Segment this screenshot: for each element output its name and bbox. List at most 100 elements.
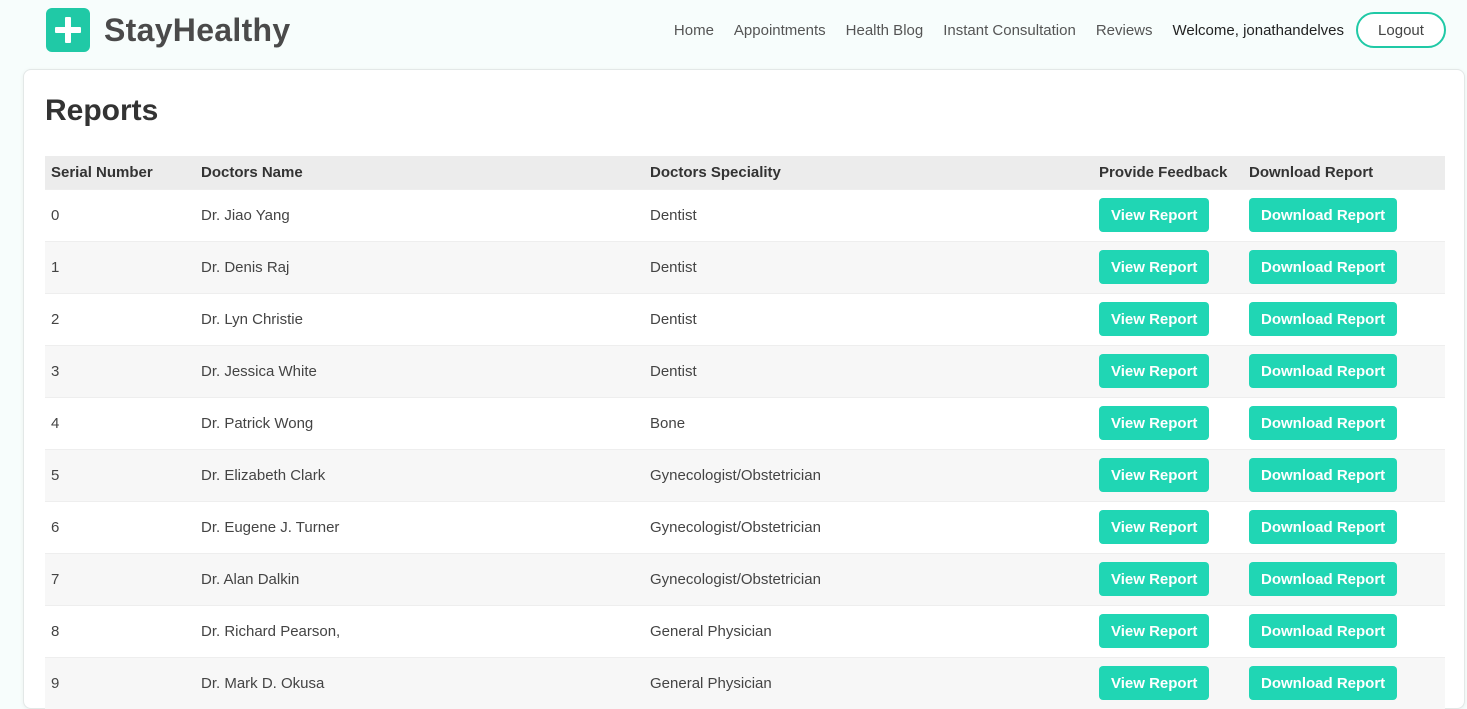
- view-report-button[interactable]: View Report: [1099, 458, 1210, 492]
- cell-serial-number: 5: [45, 448, 195, 501]
- cell-serial-number: 3: [45, 344, 195, 397]
- cell-doctor-name: Dr. Alan Dalkin: [195, 552, 644, 605]
- cell-download-report: Download Report: [1243, 292, 1445, 345]
- view-report-button[interactable]: View Report: [1099, 614, 1210, 648]
- cell-serial-number: 9: [45, 656, 195, 709]
- cell-provide-feedback: View Report: [1093, 396, 1243, 449]
- nav-link-health-blog[interactable]: Health Blog: [846, 22, 924, 39]
- cell-doctor-speciality: General Physician: [644, 656, 1093, 709]
- download-report-button[interactable]: Download Report: [1249, 302, 1398, 336]
- top-navbar: StayHealthy Home Appointments Health Blo…: [0, 0, 1467, 62]
- cell-download-report: Download Report: [1243, 604, 1445, 657]
- download-report-button[interactable]: Download Report: [1249, 406, 1398, 440]
- cell-doctor-name: Dr. Jessica White: [195, 344, 644, 397]
- cell-doctor-speciality: Bone: [644, 396, 1093, 449]
- header-serial-number: Serial Number: [45, 156, 195, 189]
- view-report-button[interactable]: View Report: [1099, 250, 1210, 284]
- cell-doctor-speciality: Dentist: [644, 240, 1093, 293]
- table-row: 9 Dr. Mark D. Okusa General Physician View …: [45, 656, 1445, 709]
- cell-download-report: Download Report: [1243, 240, 1445, 293]
- cell-download-report: Download Report: [1243, 552, 1445, 605]
- cell-provide-feedback: View Report: [1093, 240, 1243, 293]
- header-download-report: Download Report: [1243, 156, 1445, 189]
- cell-doctor-speciality: Dentist: [644, 188, 1093, 241]
- cell-provide-feedback: View Report: [1093, 448, 1243, 501]
- table-row: 2 Dr. Lyn Christie Dentist View Report Downl…: [45, 292, 1445, 345]
- view-report-button[interactable]: View Report: [1099, 354, 1210, 388]
- nav-link-home[interactable]: Home: [674, 22, 714, 39]
- cell-doctor-name: Dr. Lyn Christie: [195, 292, 644, 345]
- download-report-button[interactable]: Download Report: [1249, 562, 1398, 596]
- download-report-button[interactable]: Download Report: [1249, 458, 1398, 492]
- nav-link-appointments[interactable]: Appointments: [734, 22, 826, 39]
- cell-doctor-name: Dr. Jiao Yang: [195, 188, 644, 241]
- cell-serial-number: 0: [45, 188, 195, 241]
- cell-doctor-speciality: Gynecologist/Obstetrician: [644, 500, 1093, 553]
- logout-button[interactable]: Logout: [1356, 12, 1446, 48]
- view-report-button[interactable]: View Report: [1099, 198, 1210, 232]
- table-row: 0 Dr. Jiao Yang Dentist View Report Download…: [45, 188, 1445, 241]
- header-doctors-speciality: Doctors Speciality: [644, 156, 1093, 189]
- cell-serial-number: 8: [45, 604, 195, 657]
- cell-doctor-name: Dr. Elizabeth Clark: [195, 448, 644, 501]
- plus-logo-icon: [46, 8, 90, 52]
- download-report-button[interactable]: Download Report: [1249, 354, 1398, 388]
- cell-download-report: Download Report: [1243, 188, 1445, 241]
- cell-serial-number: 1: [45, 240, 195, 293]
- cell-download-report: Download Report: [1243, 500, 1445, 553]
- table-row: 8 Dr. Richard Pearson, General Physician Vi…: [45, 604, 1445, 657]
- table-header-row: Serial Number Doctors Name Doctors Speci…: [45, 156, 1445, 189]
- reports-table: Serial Number Doctors Name Doctors Speci…: [45, 156, 1445, 709]
- table-row: 3 Dr. Jessica White Dentist View Report Down…: [45, 344, 1445, 397]
- nav-link-instant-consultation[interactable]: Instant Consultation: [943, 22, 1076, 39]
- cell-download-report: Download Report: [1243, 656, 1445, 709]
- download-report-button[interactable]: Download Report: [1249, 250, 1398, 284]
- cell-doctor-speciality: General Physician: [644, 604, 1093, 657]
- cell-serial-number: 4: [45, 396, 195, 449]
- cell-provide-feedback: View Report: [1093, 292, 1243, 345]
- brand[interactable]: StayHealthy: [46, 8, 291, 52]
- cell-doctor-speciality: Dentist: [644, 344, 1093, 397]
- header-doctors-name: Doctors Name: [195, 156, 644, 189]
- brand-name: StayHealthy: [104, 11, 291, 48]
- cell-doctor-name: Dr. Mark D. Okusa: [195, 656, 644, 709]
- cell-doctor-speciality: Dentist: [644, 292, 1093, 345]
- table-row: 7 Dr. Alan Dalkin Gynecologist/Obstetricia…: [45, 552, 1445, 605]
- nav-links: Home Appointments Health Blog Instant Co…: [654, 12, 1446, 48]
- cell-doctor-speciality: Gynecologist/Obstetrician: [644, 552, 1093, 605]
- page-title: Reports: [45, 94, 159, 127]
- view-report-button[interactable]: View Report: [1099, 510, 1210, 544]
- cell-provide-feedback: View Report: [1093, 552, 1243, 605]
- cell-provide-feedback: View Report: [1093, 500, 1243, 553]
- table-row: 6 Dr. Eugene J. Turner Gynecologist/Obstet…: [45, 500, 1445, 553]
- cell-doctor-name: Dr. Richard Pearson,: [195, 604, 644, 657]
- download-report-button[interactable]: Download Report: [1249, 510, 1398, 544]
- download-report-button[interactable]: Download Report: [1249, 666, 1398, 701]
- cell-doctor-speciality: Gynecologist/Obstetrician: [644, 448, 1093, 501]
- table-row: 5 Dr. Elizabeth Clark Gynecologist/Obstetr…: [45, 448, 1445, 501]
- view-report-button[interactable]: View Report: [1099, 406, 1210, 440]
- reports-card: Reports Serial Number Doctors Name Docto…: [23, 69, 1465, 709]
- download-report-button[interactable]: Download Report: [1249, 198, 1398, 232]
- view-report-button[interactable]: View Report: [1099, 302, 1210, 336]
- cell-provide-feedback: View Report: [1093, 344, 1243, 397]
- cell-doctor-name: Dr. Patrick Wong: [195, 396, 644, 449]
- cell-download-report: Download Report: [1243, 448, 1445, 501]
- cell-serial-number: 6: [45, 500, 195, 553]
- cell-download-report: Download Report: [1243, 396, 1445, 449]
- welcome-text: Welcome, jonathandelves: [1172, 21, 1345, 39]
- cell-provide-feedback: View Report: [1093, 656, 1243, 709]
- view-report-button[interactable]: View Report: [1099, 666, 1210, 701]
- cell-download-report: Download Report: [1243, 344, 1445, 397]
- nav-link-reviews[interactable]: Reviews: [1096, 22, 1153, 39]
- download-report-button[interactable]: Download Report: [1249, 614, 1398, 648]
- cell-provide-feedback: View Report: [1093, 604, 1243, 657]
- cell-doctor-name: Dr. Eugene J. Turner: [195, 500, 644, 553]
- cell-doctor-name: Dr. Denis Raj: [195, 240, 644, 293]
- cell-serial-number: 7: [45, 552, 195, 605]
- cell-serial-number: 2: [45, 292, 195, 345]
- table-row: 4 Dr. Patrick Wong Bone View Report Download…: [45, 396, 1445, 449]
- header-provide-feedback: Provide Feedback: [1093, 156, 1243, 189]
- table-row: 1 Dr. Denis Raj Dentist View Report Download…: [45, 240, 1445, 293]
- view-report-button[interactable]: View Report: [1099, 562, 1210, 596]
